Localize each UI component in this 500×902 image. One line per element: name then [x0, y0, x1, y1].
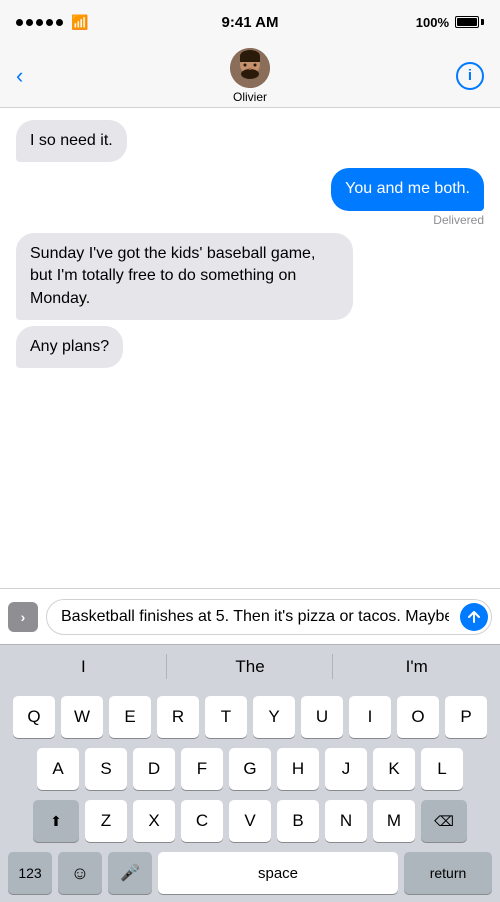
- key-j[interactable]: J: [325, 748, 367, 790]
- key-k[interactable]: K: [373, 748, 415, 790]
- return-key[interactable]: return: [404, 852, 492, 894]
- message-input[interactable]: [46, 599, 492, 635]
- key-q[interactable]: Q: [13, 696, 55, 738]
- info-button[interactable]: i: [456, 62, 484, 90]
- keyboard-row-1: Q W E R T Y U I O P: [4, 696, 496, 738]
- key-w[interactable]: W: [61, 696, 103, 738]
- incoming-bubble: Sunday I've got the kids' baseball game,…: [16, 233, 353, 320]
- key-b[interactable]: B: [277, 800, 319, 842]
- key-p[interactable]: P: [445, 696, 487, 738]
- messages-area: I so need it. You and me both. Delivered…: [0, 108, 500, 588]
- signal-icon: [16, 19, 63, 26]
- key-y[interactable]: Y: [253, 696, 295, 738]
- autocomplete-item[interactable]: I'm: [333, 645, 500, 688]
- key-e[interactable]: E: [109, 696, 151, 738]
- contact-name: Olivier: [233, 90, 267, 104]
- autocomplete-item[interactable]: The: [167, 645, 334, 688]
- nav-bar: ‹ Olivier i: [0, 44, 500, 108]
- key-t[interactable]: T: [205, 696, 247, 738]
- key-d[interactable]: D: [133, 748, 175, 790]
- key-f[interactable]: F: [181, 748, 223, 790]
- message-row: You and me both. Delivered: [16, 168, 484, 226]
- incoming-bubble: Any plans?: [16, 326, 123, 368]
- key-l[interactable]: L: [421, 748, 463, 790]
- key-g[interactable]: G: [229, 748, 271, 790]
- message-row: I so need it.: [16, 120, 484, 162]
- key-s[interactable]: S: [85, 748, 127, 790]
- keyboard-row-4: 123 ☺ 🎤 space return: [4, 852, 496, 894]
- input-area: ›: [0, 588, 500, 644]
- status-bar: 📶 9:41 AM 100%: [0, 0, 500, 44]
- status-time: 9:41 AM: [222, 14, 279, 31]
- key-n[interactable]: N: [325, 800, 367, 842]
- avatar: [230, 48, 270, 88]
- contact-info[interactable]: Olivier: [230, 48, 270, 104]
- keyboard-row-3: ⬆ Z X C V B N M ⌫: [4, 800, 496, 842]
- mic-key[interactable]: 🎤: [108, 852, 152, 894]
- key-z[interactable]: Z: [85, 800, 127, 842]
- message-row: Any plans?: [16, 326, 484, 368]
- send-button[interactable]: [460, 603, 488, 631]
- battery-percent: 100%: [416, 15, 449, 30]
- autocomplete-item[interactable]: I: [0, 645, 167, 688]
- incoming-bubble: I so need it.: [16, 120, 127, 162]
- input-wrapper: [46, 599, 492, 635]
- status-right: 100%: [416, 15, 484, 30]
- status-left: 📶: [16, 14, 88, 31]
- delivered-status: Delivered: [433, 213, 484, 227]
- keyboard: Q W E R T Y U I O P A S D F G H J K L ⬆ …: [0, 688, 500, 902]
- keyboard-row-2: A S D F G H J K L: [4, 748, 496, 790]
- back-button[interactable]: ‹: [16, 63, 23, 89]
- wifi-icon: 📶: [71, 14, 88, 31]
- battery-icon: [455, 16, 484, 28]
- message-row: Sunday I've got the kids' baseball game,…: [16, 233, 484, 320]
- key-m[interactable]: M: [373, 800, 415, 842]
- key-i[interactable]: I: [349, 696, 391, 738]
- key-x[interactable]: X: [133, 800, 175, 842]
- key-h[interactable]: H: [277, 748, 319, 790]
- numbers-key[interactable]: 123: [8, 852, 52, 894]
- space-key[interactable]: space: [158, 852, 398, 894]
- key-u[interactable]: U: [301, 696, 343, 738]
- outgoing-bubble: You and me both.: [331, 168, 484, 210]
- key-v[interactable]: V: [229, 800, 271, 842]
- key-r[interactable]: R: [157, 696, 199, 738]
- key-c[interactable]: C: [181, 800, 223, 842]
- expand-button[interactable]: ›: [8, 602, 38, 632]
- autocomplete-bar: I The I'm: [0, 644, 500, 688]
- emoji-key[interactable]: ☺: [58, 852, 102, 894]
- key-o[interactable]: O: [397, 696, 439, 738]
- delete-key[interactable]: ⌫: [421, 800, 467, 842]
- key-a[interactable]: A: [37, 748, 79, 790]
- shift-key[interactable]: ⬆: [33, 800, 79, 842]
